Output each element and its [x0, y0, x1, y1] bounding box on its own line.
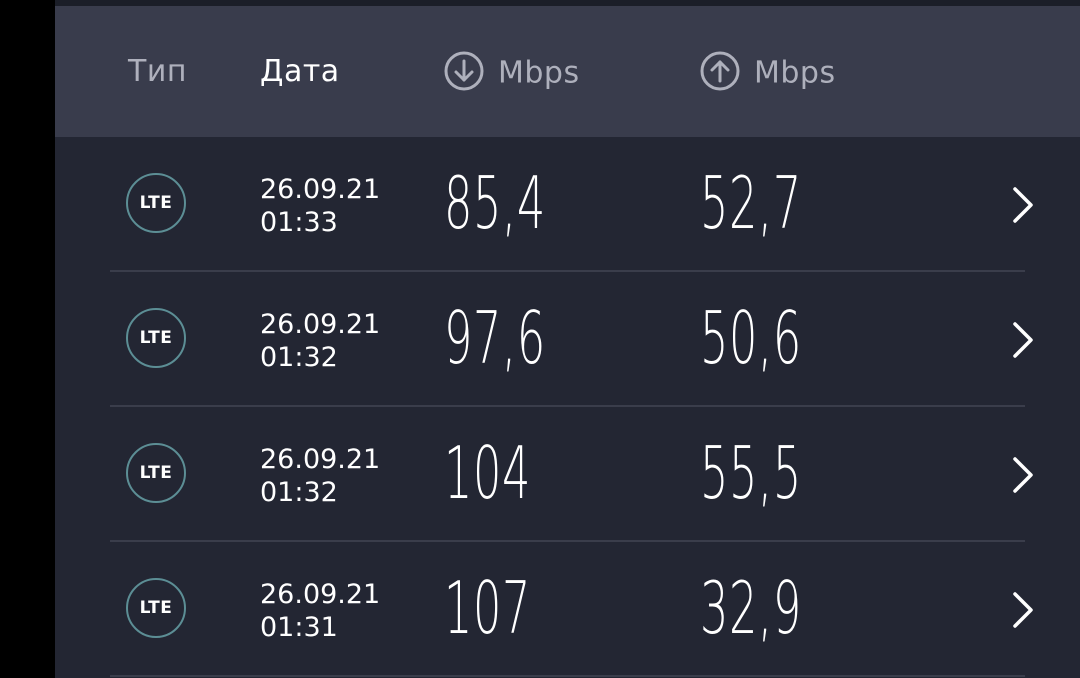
upload-speed: 55,5	[700, 431, 802, 515]
upload-speed: 52,7	[700, 161, 802, 245]
table-header: Тип Дата Mbps Mbps	[55, 6, 1080, 137]
chevron-right-icon[interactable]	[1010, 590, 1036, 630]
result-time: 01:32	[260, 342, 338, 373]
network-type-badge: LTE	[126, 578, 186, 638]
result-date: 26.09.21	[260, 309, 381, 340]
result-date: 26.09.21	[260, 444, 381, 475]
result-time: 01:31	[260, 612, 338, 643]
result-row[interactable]: LTE 26.09.21 01:33 85,4 52,7	[55, 137, 1080, 272]
column-header-download[interactable]: Mbps	[444, 51, 580, 94]
chevron-right-icon[interactable]	[1010, 185, 1036, 225]
upload-speed: 50,6	[700, 296, 802, 380]
column-header-date[interactable]: Дата	[260, 54, 340, 90]
result-datetime: 26.09.21 01:32	[260, 443, 380, 509]
arrow-down-circle-icon	[444, 51, 484, 91]
chevron-right-icon[interactable]	[1010, 320, 1036, 360]
arrow-up-circle-icon	[700, 51, 740, 91]
download-speed: 107	[444, 566, 532, 650]
result-row[interactable]: LTE 26.09.21 01:31 107 32,9	[55, 542, 1080, 677]
download-unit-label: Mbps	[498, 55, 580, 91]
result-row[interactable]: LTE 26.09.21 01:32 97,6 50,6	[55, 272, 1080, 407]
chevron-right-icon[interactable]	[1010, 455, 1036, 495]
upload-speed: 32,9	[700, 566, 802, 650]
network-type-badge: LTE	[126, 173, 186, 233]
result-date: 26.09.21	[260, 174, 381, 205]
results-panel: Тип Дата Mbps Mbps LTE 26.09.21 01:33 85…	[55, 0, 1080, 678]
upload-unit-label: Mbps	[754, 55, 836, 91]
row-divider	[110, 675, 1025, 677]
download-speed: 85,4	[444, 161, 546, 245]
column-header-type[interactable]: Тип	[128, 54, 187, 90]
result-row[interactable]: LTE 26.09.21 01:32 104 55,5	[55, 407, 1080, 542]
result-time: 01:32	[260, 477, 338, 508]
download-speed: 97,6	[444, 296, 546, 380]
result-datetime: 26.09.21 01:33	[260, 173, 380, 239]
network-type-badge: LTE	[126, 443, 186, 503]
result-datetime: 26.09.21 01:32	[260, 308, 380, 374]
result-date: 26.09.21	[260, 579, 381, 610]
screen: Тип Дата Mbps Mbps LTE 26.09.21 01:33 85…	[0, 0, 1080, 678]
network-type-badge: LTE	[126, 308, 186, 368]
result-time: 01:33	[260, 207, 338, 238]
result-datetime: 26.09.21 01:31	[260, 578, 380, 644]
column-header-upload[interactable]: Mbps	[700, 51, 836, 94]
download-speed: 104	[444, 431, 532, 515]
